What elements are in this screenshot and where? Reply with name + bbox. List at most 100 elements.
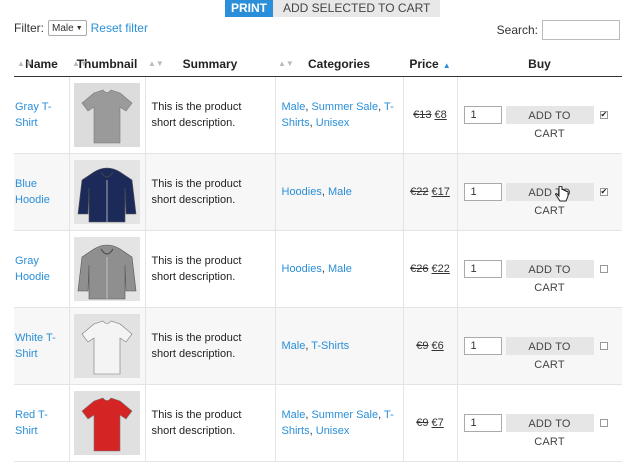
category-link[interactable]: Summer Sale — [311, 101, 378, 113]
buy-cell: 1 ADD TO CART ✔ — [457, 76, 622, 154]
add-to-cart-button[interactable]: ADD TO CART — [505, 413, 594, 448]
new-price: €8 — [434, 108, 447, 121]
filter-select[interactable]: Male ▼ — [48, 20, 87, 36]
category-link[interactable]: Hoodies — [282, 186, 322, 198]
table-row: Red T- Shirt This is the product short desc… — [14, 384, 622, 462]
select-checkbox[interactable] — [599, 264, 608, 273]
price-cell: €26 €22 — [403, 230, 458, 308]
category-link[interactable]: Summer Sale — [311, 409, 378, 421]
new-price: €6 — [431, 339, 444, 352]
product-name-link[interactable]: Blue Hoodie — [14, 176, 69, 208]
quantity-input[interactable]: 1 — [463, 336, 502, 355]
category-link[interactable]: Male — [282, 101, 306, 113]
category-link[interactable]: T-Shirts — [311, 340, 349, 352]
quantity-input[interactable]: 1 — [463, 182, 502, 201]
search-input[interactable] — [542, 20, 620, 40]
chevron-down-icon: ▼ — [75, 24, 83, 32]
category-link[interactable]: Male — [328, 186, 352, 198]
quantity-input[interactable]: 1 — [463, 105, 502, 124]
new-price: €7 — [431, 416, 444, 429]
column-header-summary[interactable]: ▲▼ Summary — [145, 52, 275, 77]
select-checkbox[interactable]: ✔ — [599, 110, 608, 119]
product-thumbnail[interactable] — [74, 313, 140, 378]
sort-icon: ▲▼ — [148, 59, 164, 68]
product-name-link[interactable]: Gray Hoodie — [14, 253, 69, 285]
thumbnail-cell — [69, 153, 146, 231]
product-thumbnail[interactable] — [74, 159, 140, 224]
thumbnail-cell — [69, 384, 146, 462]
product-name-line[interactable]: Blue — [15, 178, 37, 190]
product-name-line[interactable]: Hoodie — [15, 271, 50, 283]
product-thumbnail[interactable] — [74, 390, 140, 455]
category-link[interactable]: Hoodies — [282, 263, 322, 275]
buy-cell: 1 ADD TO CART ✔ — [457, 153, 622, 231]
product-name-link[interactable]: Red T- Shirt — [14, 407, 69, 439]
column-header-categories[interactable]: ▲▼ Categories — [275, 52, 403, 77]
add-selected-to-cart-button[interactable]: ADD SELECTED TO CART — [273, 0, 441, 17]
summary-text: This is the product — [151, 177, 242, 190]
category-link[interactable]: Male — [282, 340, 306, 352]
price-cell: €13 €8 — [403, 76, 458, 154]
old-price: €9 — [416, 339, 429, 352]
categories-cell: Hoodies, Male — [275, 230, 404, 308]
filter-label: Filter: — [14, 21, 44, 35]
product-name-cell[interactable]: Gray T- Shirt — [14, 76, 70, 154]
product-name-link[interactable]: White T- Shirt — [14, 330, 69, 362]
print-button[interactable]: PRINT — [225, 0, 273, 17]
product-thumbnail[interactable] — [74, 236, 140, 301]
table-row: Gray T- Shirt This is the product short des… — [14, 76, 622, 154]
old-price: €22 — [410, 185, 429, 198]
product-name-line[interactable]: Red T- — [15, 409, 48, 421]
price-cell: €22 €17 — [403, 153, 458, 231]
summary-text: short description. — [151, 270, 236, 283]
column-header-buy: Buy — [457, 52, 622, 77]
product-name-line[interactable]: White T- — [15, 332, 56, 344]
category-link[interactable]: Unisex — [316, 425, 350, 437]
hand-pointer-icon — [555, 185, 569, 207]
category-link[interactable]: Unisex — [316, 117, 350, 129]
categories-cell: Male, T-Shirts — [275, 307, 404, 385]
product-name-cell[interactable]: White T- Shirt — [14, 307, 70, 385]
quantity-input[interactable]: 1 — [463, 259, 502, 278]
sort-ascending-icon: ▲ — [442, 60, 451, 70]
product-name-link[interactable]: Gray T- Shirt — [14, 99, 69, 131]
select-checkbox[interactable]: ✔ — [599, 187, 608, 196]
add-to-cart-button[interactable]: ADD TO CART — [505, 182, 594, 217]
summary-cell: This is the product short description. — [145, 307, 276, 385]
add-to-cart-button[interactable]: ADD TO CART — [505, 336, 594, 371]
product-name-line[interactable]: Shirt — [15, 117, 38, 129]
quantity-input[interactable]: 1 — [463, 413, 502, 432]
product-name-cell[interactable]: Gray Hoodie — [14, 230, 70, 308]
new-price: €22 — [431, 262, 450, 275]
summary-cell: This is the product short description. — [145, 384, 276, 462]
buy-cell: 1 ADD TO CART — [457, 384, 622, 462]
summary-text: This is the product — [151, 408, 242, 421]
product-name-cell[interactable]: Red T- Shirt — [14, 384, 70, 462]
category-link[interactable]: Male — [282, 409, 306, 421]
select-checkbox[interactable] — [599, 341, 608, 350]
product-name-cell[interactable]: Blue Hoodie — [14, 153, 70, 231]
categories-cell: Male, Summer Sale, T-Shirts, Unisex — [275, 384, 404, 462]
summary-text: This is the product — [151, 100, 242, 113]
product-name-line[interactable]: Shirt — [15, 348, 38, 360]
category-link[interactable]: Male — [328, 263, 352, 275]
table-row: White T- Shirt This is the product short de… — [14, 307, 622, 385]
add-to-cart-button[interactable]: ADD TO CART — [505, 105, 594, 140]
product-name-line[interactable]: Gray — [15, 255, 39, 267]
summary-text: short description. — [151, 424, 236, 437]
product-name-line[interactable]: Gray T- — [15, 101, 51, 113]
column-header-buy-label: Buy — [528, 56, 551, 71]
add-to-cart-button[interactable]: ADD TO CART — [505, 259, 594, 294]
product-thumbnail[interactable] — [74, 82, 140, 147]
reset-filter-link[interactable]: Reset filter — [91, 21, 148, 35]
column-header-name[interactable]: ▲▼ Name — [14, 52, 69, 77]
sort-icon: ▲▼ — [278, 59, 294, 68]
column-header-price[interactable]: Price ▲ — [403, 52, 457, 77]
summary-cell: This is the product short description. — [145, 230, 276, 308]
column-header-thumbnail[interactable]: ▲▼ Thumbnail — [69, 52, 145, 77]
summary-text: This is the product — [151, 331, 242, 344]
tshirt-icon — [81, 89, 133, 143]
product-name-line[interactable]: Shirt — [15, 425, 38, 437]
product-name-line[interactable]: Hoodie — [15, 194, 50, 206]
select-checkbox[interactable] — [599, 418, 608, 427]
